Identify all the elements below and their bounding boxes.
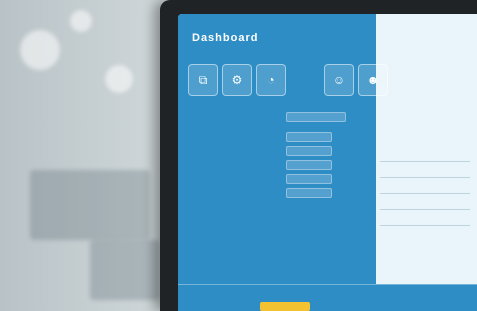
settings-field[interactable] <box>286 188 332 198</box>
dashboard-toolbar: ⧉ ⚙ ◔ ☺ ☻ <box>188 64 388 98</box>
settings-field[interactable] <box>286 132 332 142</box>
settings-field[interactable] <box>286 146 332 156</box>
profile-icon-2[interactable]: ☻ <box>358 64 388 96</box>
dashboard-bottom-bar <box>178 284 477 311</box>
profile-icon-1[interactable]: ☺ <box>324 64 354 96</box>
settings-field[interactable] <box>286 160 332 170</box>
info-row <box>380 167 470 178</box>
bokeh-light-3 <box>105 65 133 93</box>
status-badge <box>260 302 310 311</box>
info-row <box>380 215 470 226</box>
blurred-machine-2 <box>90 240 160 300</box>
dashboard-title: Dashboard <box>192 32 259 44</box>
blurred-machine-1 <box>30 170 150 240</box>
bokeh-light-2 <box>70 10 92 32</box>
right-info-panel <box>380 151 470 291</box>
settings-icon[interactable]: ⚙ <box>222 64 252 96</box>
settings-field[interactable] <box>286 174 332 184</box>
info-row <box>380 151 470 162</box>
info-row <box>380 183 470 194</box>
gauge-icon[interactable]: ◔ <box>256 64 286 96</box>
link-icon[interactable]: ⧉ <box>188 64 218 96</box>
monitor-screen: Dashboard ⧉ ⚙ ◔ ☺ ☻ <box>178 14 477 311</box>
settings-field[interactable] <box>286 112 346 122</box>
bokeh-light-1 <box>20 30 60 70</box>
info-row <box>380 199 470 210</box>
